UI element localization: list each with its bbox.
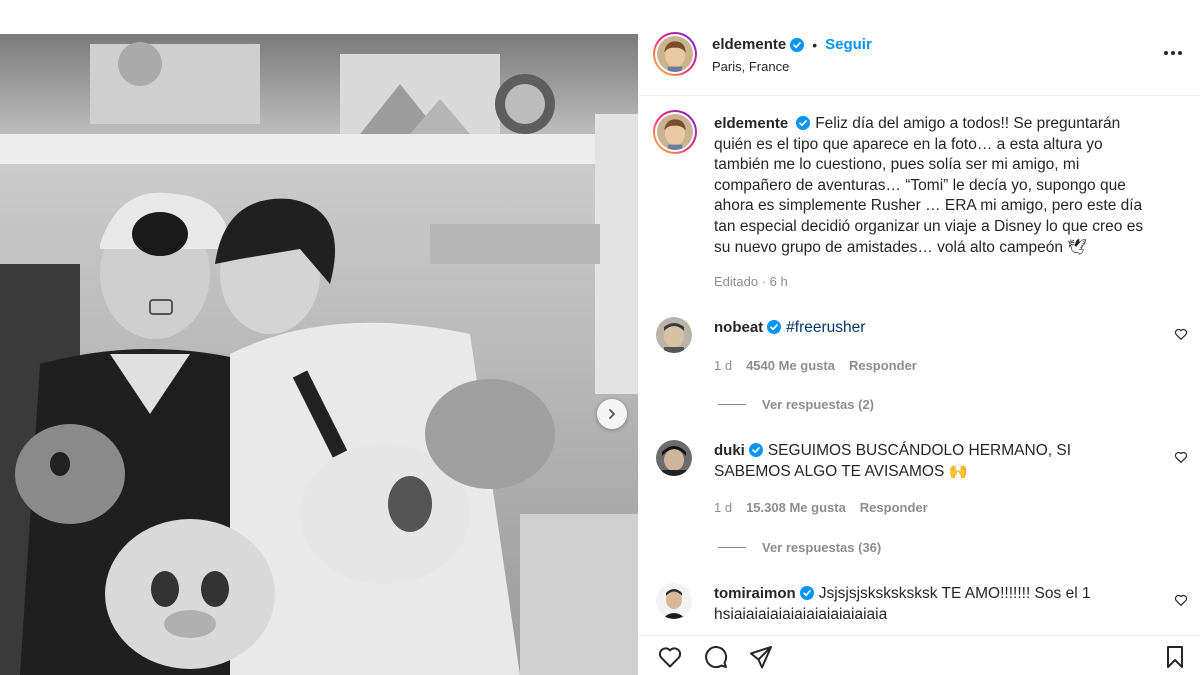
comment-2: duki SEGUIMOS BUSCÁNDOLO HERMANO, SI SABE… (714, 441, 1134, 482)
comment-meta: 1 d 15.308 Me gusta Responder (714, 500, 928, 515)
comment-3: tomiraimon Jsjsjsjsksksksksk TE AMO!!!!!!… (714, 584, 1134, 625)
header-divider (639, 95, 1200, 96)
view-replies-label: Ver respuestas (2) (762, 397, 875, 412)
reply-button[interactable]: Responder (849, 358, 917, 373)
comment-age: 1 d (714, 358, 733, 373)
post-caption: eldemente Feliz día del amigo a todos!! S… (714, 114, 1154, 258)
comment-avatar[interactable] (656, 317, 692, 353)
author-username[interactable]: eldemente (712, 36, 786, 53)
view-replies-button[interactable]: Ver respuestas (36) (718, 540, 881, 555)
view-replies-button[interactable]: Ver respuestas (2) (718, 397, 874, 412)
comment-icon[interactable] (703, 644, 729, 670)
comment-1: nobeat #freerusher (714, 318, 1134, 339)
heart-icon[interactable] (657, 644, 683, 670)
replies-line (718, 547, 746, 548)
post-photo[interactable] (0, 34, 638, 675)
verified-badge-icon (799, 586, 814, 600)
next-photo-button[interactable] (597, 399, 627, 429)
caption-edited-time: Editado · 6 h (714, 274, 788, 289)
post-author-avatar[interactable] (653, 32, 697, 76)
post-header-user: eldemente • Seguir (712, 36, 872, 53)
comment-username[interactable]: tomiraimon (714, 585, 796, 602)
verified-badge-icon (790, 37, 805, 52)
avatar-image (657, 36, 693, 72)
more-options-icon[interactable] (1158, 44, 1188, 62)
comment-hashtag[interactable]: #freerusher (786, 319, 865, 336)
comment-like-heart-icon[interactable] (1174, 593, 1188, 607)
comment-likes[interactable]: 15.308 Me gusta (746, 500, 846, 515)
avatar-image (656, 583, 692, 619)
photo-image (0, 34, 638, 675)
comment-like-heart-icon[interactable] (1174, 450, 1188, 464)
post-location[interactable]: Paris, France (712, 59, 789, 74)
follow-button[interactable]: Seguir (825, 36, 872, 53)
comment-likes[interactable]: 4540 Me gusta (746, 358, 835, 373)
caption-username[interactable]: eldemente (714, 115, 788, 132)
comment-username[interactable]: duki (714, 442, 745, 459)
verified-badge-icon (796, 116, 811, 130)
comment-avatar[interactable] (656, 440, 692, 476)
comment-body: SEGUIMOS BUSCÁNDOLO HERMANO, SI SABEMOS … (714, 442, 1072, 480)
avatar-image (656, 440, 692, 476)
avatar-image (657, 114, 693, 150)
separator-dot: • (812, 36, 818, 53)
caption-text: Feliz día del amigo a todos!! Se pregunt… (714, 115, 1144, 256)
view-replies-label: Ver respuestas (36) (762, 540, 882, 555)
caption-author-avatar[interactable] (653, 110, 697, 154)
post-action-bar (639, 635, 1200, 675)
comment-meta: 1 d 4540 Me gusta Responder (714, 358, 917, 373)
reply-button[interactable]: Responder (860, 500, 928, 515)
replies-line (718, 404, 746, 405)
verified-badge-icon (748, 443, 763, 457)
comment-age: 1 d (714, 500, 733, 515)
comment-avatar[interactable] (656, 583, 692, 619)
verified-badge-icon (767, 320, 782, 334)
comment-username[interactable]: nobeat (714, 319, 763, 336)
comment-like-heart-icon[interactable] (1174, 327, 1188, 341)
avatar-image (656, 317, 692, 353)
bookmark-icon[interactable] (1162, 644, 1188, 670)
chevron-right-icon (609, 409, 615, 419)
share-icon[interactable] (748, 644, 774, 670)
